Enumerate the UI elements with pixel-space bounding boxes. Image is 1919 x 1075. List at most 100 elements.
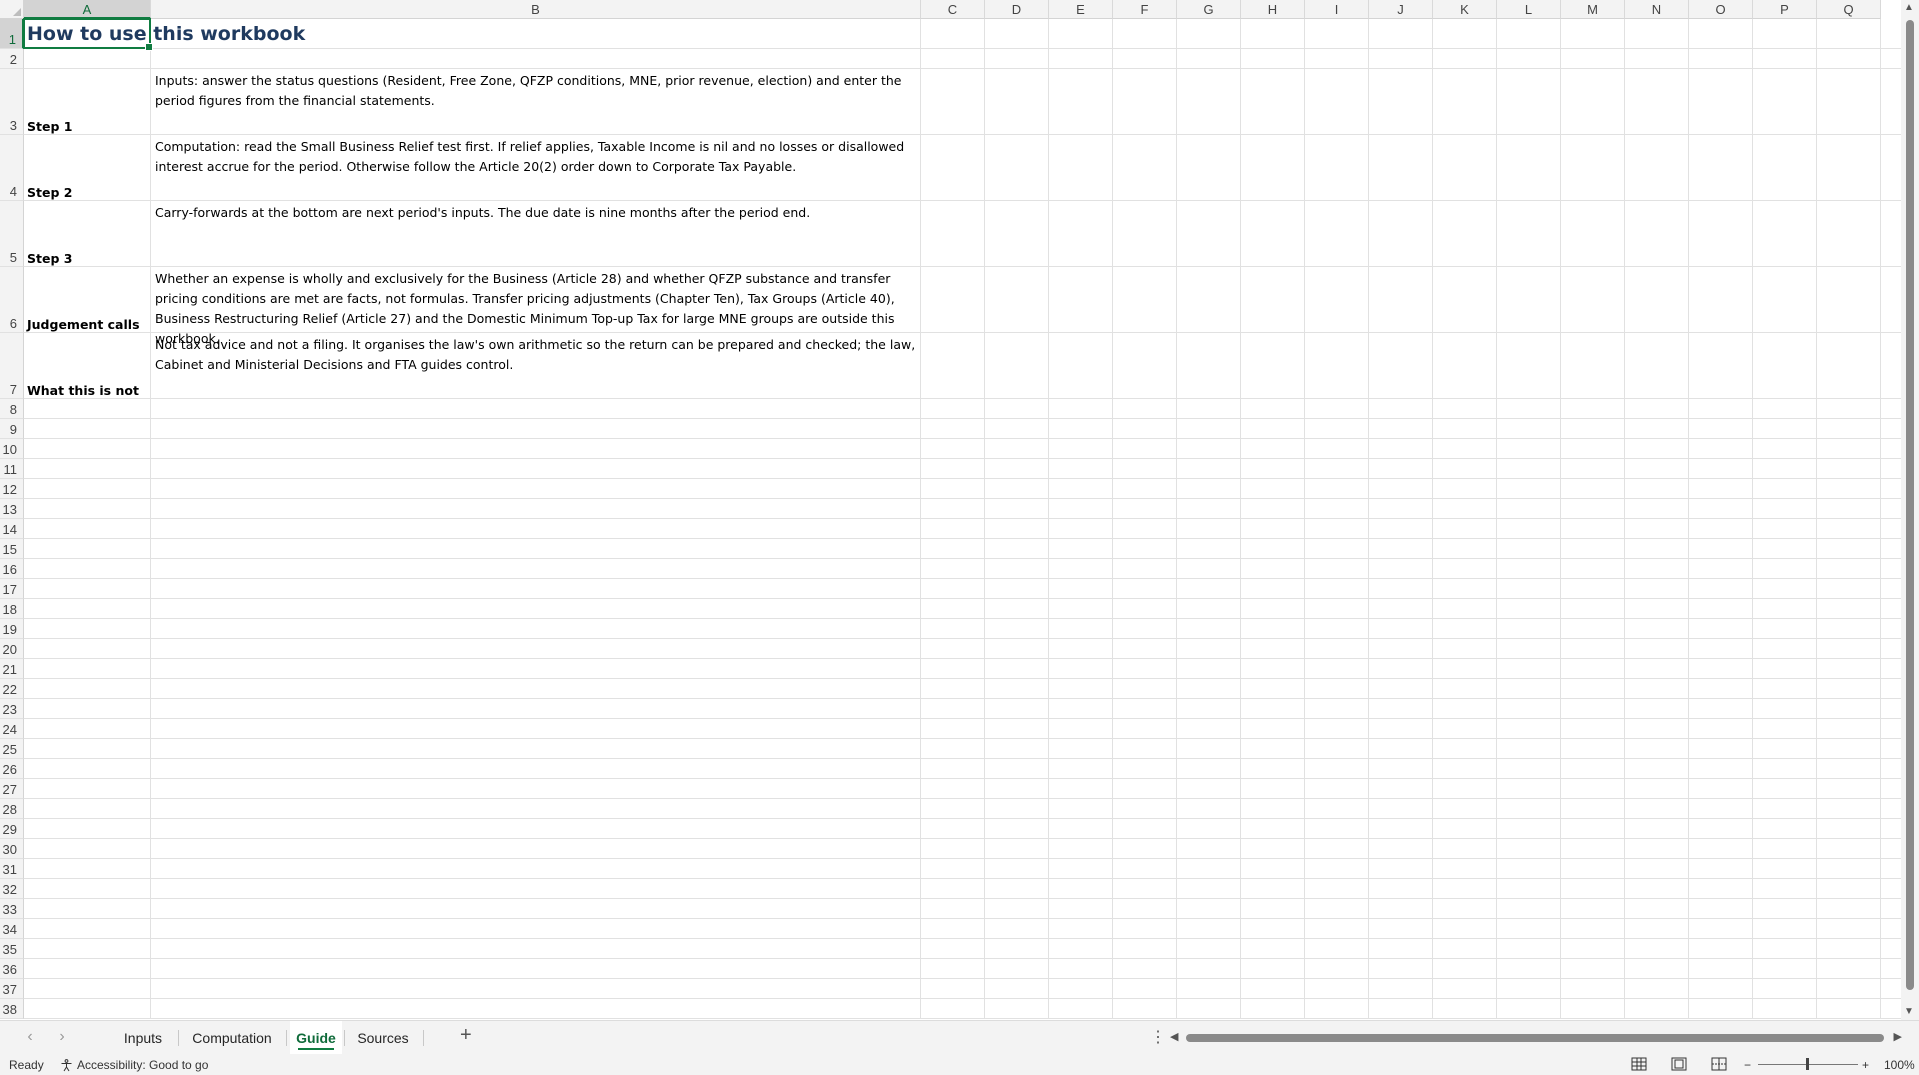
row-header-3[interactable]: 3 xyxy=(0,69,24,135)
column-header-e[interactable]: E xyxy=(1049,0,1113,19)
row-header-29[interactable]: 29 xyxy=(0,819,24,839)
row-header-26[interactable]: 26 xyxy=(0,759,24,779)
row-header-25[interactable]: 25 xyxy=(0,739,24,759)
more-options-icon[interactable]: ⋮ xyxy=(1150,1027,1166,1047)
row-header-19[interactable]: 19 xyxy=(0,619,24,639)
row-number: 37 xyxy=(2,982,17,997)
row-header-20[interactable]: 20 xyxy=(0,639,24,659)
step-description-cell[interactable]: Whether an expense is wholly and exclusi… xyxy=(151,267,921,346)
column-header-j[interactable]: J xyxy=(1369,0,1433,19)
column-header-q[interactable]: Q xyxy=(1817,0,1881,19)
column-gridline xyxy=(1304,19,1305,1019)
spreadsheet-grid[interactable]: A B C D E F G H I J K L M N O P Q 1 2 3 4 5 6 7 8 9 10 11 12 13 14 15 16… xyxy=(0,0,1901,1020)
column-gridline xyxy=(1880,19,1881,1019)
row-header-1[interactable]: 1 xyxy=(0,19,24,49)
row-header-12[interactable]: 12 xyxy=(0,479,24,499)
row-header-37[interactable]: 37 xyxy=(0,979,24,999)
column-header-k[interactable]: K xyxy=(1433,0,1497,19)
page-break-view-icon[interactable] xyxy=(1710,1056,1728,1072)
column-header-d[interactable]: D xyxy=(985,0,1049,19)
horizontal-scrollbar[interactable]: ◀ ▶ xyxy=(1170,1030,1902,1046)
step-description-cell[interactable]: Not tax advice and not a filing. It orga… xyxy=(151,333,921,399)
column-header-f[interactable]: F xyxy=(1113,0,1177,19)
column-header-a[interactable]: A xyxy=(24,0,151,19)
row-header-30[interactable]: 30 xyxy=(0,839,24,859)
sheet-tab-computation[interactable]: Computation xyxy=(180,1021,284,1054)
scroll-down-icon[interactable]: ▼ xyxy=(1904,1006,1914,1017)
row-header-13[interactable]: 13 xyxy=(0,499,24,519)
row-gridline xyxy=(24,838,1901,839)
row-number: 12 xyxy=(2,482,17,497)
row-header-36[interactable]: 36 xyxy=(0,959,24,979)
row-header-31[interactable]: 31 xyxy=(0,859,24,879)
zoom-slider-thumb[interactable] xyxy=(1806,1058,1809,1070)
row-header-22[interactable]: 22 xyxy=(0,679,24,699)
step-label-cell[interactable]: Judgement calls xyxy=(24,267,151,333)
accessibility-status[interactable]: Accessibility: Good to go xyxy=(60,1058,208,1072)
row-header-23[interactable]: 23 xyxy=(0,699,24,719)
column-header-i[interactable]: I xyxy=(1305,0,1369,19)
row-header-5[interactable]: 5 xyxy=(0,201,24,267)
row-header-21[interactable]: 21 xyxy=(0,659,24,679)
row-header-27[interactable]: 27 xyxy=(0,779,24,799)
step-label-cell[interactable]: Step 3 xyxy=(24,201,151,267)
sheet-tab-sources[interactable]: Sources xyxy=(345,1021,421,1054)
zoom-out-icon[interactable]: − xyxy=(1744,1058,1751,1072)
row-header-17[interactable]: 17 xyxy=(0,579,24,599)
row-header-7[interactable]: 7 xyxy=(0,333,24,399)
row-header-15[interactable]: 15 xyxy=(0,539,24,559)
row-header-16[interactable]: 16 xyxy=(0,559,24,579)
row-header-28[interactable]: 28 xyxy=(0,799,24,819)
column-header-b[interactable]: B xyxy=(151,0,921,19)
column-header-c[interactable]: C xyxy=(921,0,985,19)
add-sheet-icon[interactable]: + xyxy=(460,1024,472,1047)
next-sheet-icon[interactable]: › xyxy=(52,1028,72,1046)
step-label-cell[interactable]: Step 1 xyxy=(24,69,151,135)
step-description-cell[interactable]: Computation: read the Small Business Rel… xyxy=(151,135,921,201)
row-header-6[interactable]: 6 xyxy=(0,267,24,333)
row-header-10[interactable]: 10 xyxy=(0,439,24,459)
column-header-h[interactable]: H xyxy=(1241,0,1305,19)
step-description-cell[interactable]: Inputs: answer the status questions (Res… xyxy=(151,69,921,135)
zoom-level[interactable]: 100% xyxy=(1884,1058,1915,1072)
step-label-cell[interactable]: Step 2 xyxy=(24,135,151,201)
row-header-14[interactable]: 14 xyxy=(0,519,24,539)
page-layout-view-icon[interactable] xyxy=(1670,1056,1688,1072)
scroll-right-icon[interactable]: ▶ xyxy=(1894,1030,1902,1043)
column-header-n[interactable]: N xyxy=(1625,0,1689,19)
column-header-g[interactable]: G xyxy=(1177,0,1241,19)
row-gridline xyxy=(24,998,1901,999)
step-description-cell[interactable]: Carry-forwards at the bottom are next pe… xyxy=(151,201,921,267)
sheet-tab-guide[interactable]: Guide xyxy=(290,1021,342,1054)
row-header-2[interactable]: 2 xyxy=(0,49,24,69)
row-header-33[interactable]: 33 xyxy=(0,899,24,919)
sheet-title[interactable]: How to use this workbook xyxy=(24,19,424,49)
row-header-32[interactable]: 32 xyxy=(0,879,24,899)
row-header-34[interactable]: 34 xyxy=(0,919,24,939)
row-header-18[interactable]: 18 xyxy=(0,599,24,619)
prev-sheet-icon[interactable]: ‹ xyxy=(20,1028,40,1046)
scroll-left-icon[interactable]: ◀ xyxy=(1170,1030,1178,1043)
row-header-9[interactable]: 9 xyxy=(0,419,24,439)
select-all-corner[interactable] xyxy=(0,0,24,19)
row-gridline xyxy=(24,918,1901,919)
vertical-scrollbar[interactable]: ▲ ▼ xyxy=(1901,0,1919,1020)
normal-view-icon[interactable] xyxy=(1630,1056,1648,1072)
column-header-m[interactable]: M xyxy=(1561,0,1625,19)
row-header-11[interactable]: 11 xyxy=(0,459,24,479)
column-header-l[interactable]: L xyxy=(1497,0,1561,19)
row-header-35[interactable]: 35 xyxy=(0,939,24,959)
scroll-up-icon[interactable]: ▲ xyxy=(1904,2,1914,13)
vertical-scroll-thumb[interactable] xyxy=(1906,20,1914,990)
zoom-in-icon[interactable]: + xyxy=(1862,1058,1869,1072)
column-header-o[interactable]: O xyxy=(1689,0,1753,19)
row-header-4[interactable]: 4 xyxy=(0,135,24,201)
horizontal-scroll-thumb[interactable] xyxy=(1186,1034,1884,1042)
step-label-cell[interactable]: What this is not xyxy=(24,333,151,399)
row-header-8[interactable]: 8 xyxy=(0,399,24,419)
row-header-24[interactable]: 24 xyxy=(0,719,24,739)
column-gridline xyxy=(1816,19,1817,1019)
column-header-p[interactable]: P xyxy=(1753,0,1817,19)
row-header-38[interactable]: 38 xyxy=(0,999,24,1019)
sheet-tab-inputs[interactable]: Inputs xyxy=(110,1021,176,1054)
